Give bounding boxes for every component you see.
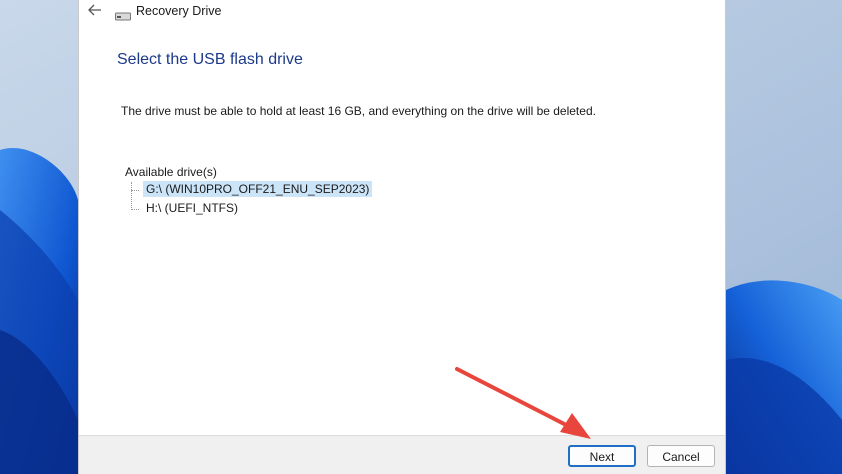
drive-list: G:\ (WIN10PRO_OFF21_ENU_SEP2023) H:\ (UE… [125, 180, 385, 220]
available-drives-label: Available drive(s) [125, 165, 217, 179]
back-arrow-icon[interactable] [85, 2, 105, 20]
recovery-drive-window: Recovery Drive Select the USB flash driv… [78, 0, 726, 474]
title-bar: Recovery Drive [79, 0, 725, 24]
drive-item-g[interactable]: G:\ (WIN10PRO_OFF21_ENU_SEP2023) [143, 181, 373, 197]
cancel-button[interactable]: Cancel [647, 445, 715, 467]
tree-connector [131, 182, 132, 208]
drive-icon [115, 8, 131, 21]
page-title: Select the USB flash drive [117, 51, 303, 68]
next-button[interactable]: Next [568, 445, 636, 467]
tree-connector [131, 190, 139, 191]
button-bar: Next Cancel [79, 435, 725, 474]
window-title: Recovery Drive [136, 4, 222, 18]
tree-connector [131, 209, 139, 210]
desktop: Recovery Drive Select the USB flash driv… [0, 0, 842, 474]
drive-item-h[interactable]: H:\ (UEFI_NTFS) [143, 200, 241, 216]
instruction-text: The drive must be able to hold at least … [121, 104, 596, 118]
